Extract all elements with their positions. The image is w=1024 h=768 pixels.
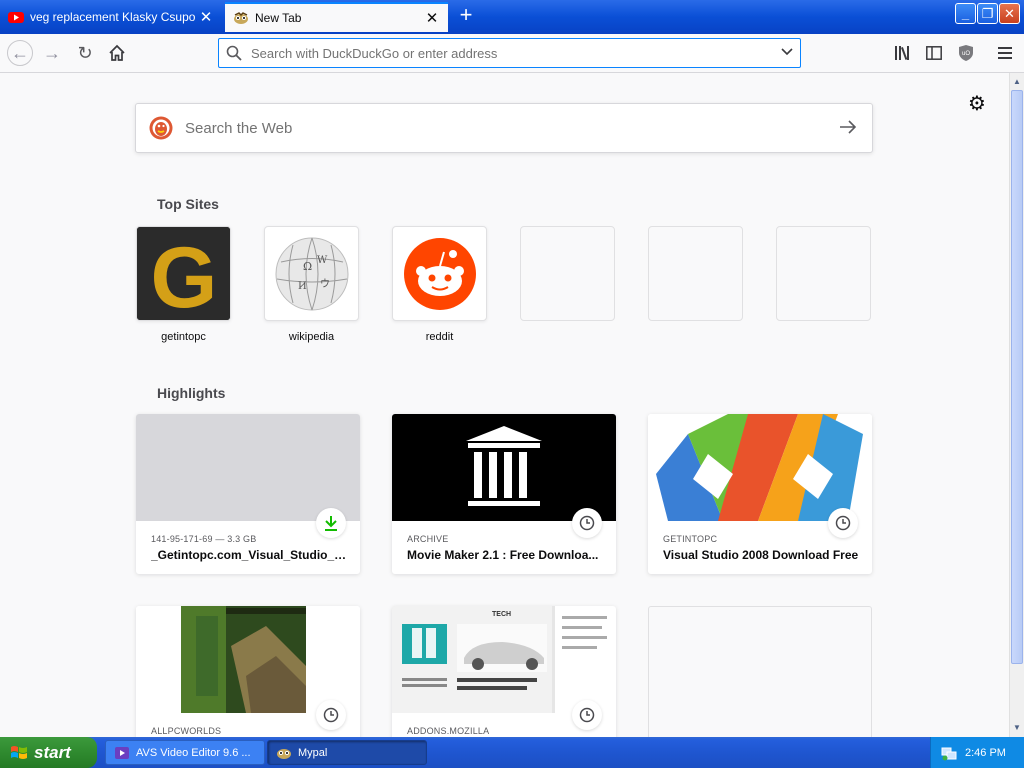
highlight-source: ALLPCWORLDS (151, 726, 222, 736)
back-arrow-icon[interactable]: ← (7, 40, 33, 66)
svg-text:И: И (298, 281, 307, 292)
archive-org-logo-icon (392, 414, 616, 521)
top-site-label: reddit (425, 331, 454, 343)
visual-studio-logo-thumbnail (648, 414, 872, 521)
svg-text:G: G (151, 230, 218, 321)
close-tab-icon[interactable]: ✕ (198, 8, 214, 26)
forward-arrow-icon[interactable]: → (40, 41, 64, 65)
web-search-input[interactable] (183, 118, 824, 138)
highlight-source: ARCHIVE (407, 534, 449, 544)
top-site-tile-empty[interactable] (520, 226, 615, 321)
web-search-box[interactable] (135, 103, 873, 153)
highlights-heading: Highlights (157, 385, 226, 401)
gear-icon[interactable]: ⚙ (966, 93, 988, 115)
highlight-source: ADDONS.MOZILLA (407, 726, 490, 736)
home-icon[interactable] (105, 41, 129, 65)
taskbar-item-label: Mypal (298, 746, 328, 759)
network-icon[interactable] (941, 745, 957, 761)
youtube-icon (8, 12, 24, 23)
start-label: start (34, 742, 71, 762)
clock-icon (316, 700, 346, 730)
highlight-card[interactable]: GETINTOPC Visual Studio 2008 Download Fr… (648, 414, 872, 574)
system-tray: 2:46 PM (930, 737, 1024, 768)
highlight-source: GETINTOPC (663, 534, 718, 544)
reload-icon[interactable]: ↻ (73, 41, 97, 65)
tab-label: veg replacement Klasky Csupo - Yo (30, 10, 198, 24)
highlight-card[interactable]: ALLPCWORLDS (136, 606, 360, 737)
highlight-card[interactable]: TECH ADDONS.MOZILLA (392, 606, 616, 737)
address-bar[interactable] (218, 38, 801, 68)
new-tab-plus-icon[interactable]: + (454, 4, 478, 28)
duckduckgo-logo-icon (149, 116, 173, 140)
title-bar: veg replacement Klasky Csupo - Yo ✕ New … (0, 0, 1024, 34)
top-site-tile-getintopc[interactable]: G (136, 226, 231, 321)
top-site-tile-reddit[interactable] (392, 226, 487, 321)
bryce-box-art-thumbnail (136, 606, 360, 713)
vertical-scrollbar[interactable]: ▲ ▼ (1009, 73, 1024, 737)
highlight-source: 141-95-171-69 — 3.3 GB (151, 534, 257, 544)
addons-page-thumbnail: TECH (392, 606, 616, 713)
windows-flag-icon (11, 745, 27, 759)
close-tab-icon[interactable]: ✕ (424, 9, 440, 27)
highlight-title: Movie Maker 2.1 : Free Downloa... (407, 548, 599, 562)
highlight-card[interactable]: ARCHIVE Movie Maker 2.1 : Free Downloa..… (392, 414, 616, 574)
highlight-card-empty (648, 606, 872, 737)
maximize-button[interactable]: ❐ (977, 3, 998, 24)
tab-label: New Tab (255, 11, 302, 25)
highlight-card[interactable]: 141-95-171-69 — 3.3 GB _Getintopc.com_Vi… (136, 414, 360, 574)
svg-text:ウ: ウ (320, 278, 330, 290)
windows-taskbar: start AVS Video Editor 9.6 ... Mypal 2:4… (0, 737, 1024, 768)
svg-text:W: W (317, 255, 328, 266)
top-site-tile-empty[interactable] (776, 226, 871, 321)
top-site-tile-empty[interactable] (648, 226, 743, 321)
highlight-title: _Getintopc.com_Visual_Studio_2... (151, 548, 347, 562)
top-site-label: wikipedia (288, 331, 335, 343)
svg-text:Ω: Ω (303, 260, 312, 273)
mypal-icon (277, 748, 291, 759)
library-icon[interactable] (891, 41, 915, 65)
clock[interactable]: 2:46 PM (965, 747, 1006, 759)
svg-text:uO: uO (962, 51, 970, 57)
clock-icon (828, 508, 858, 538)
scrollbar-thumb[interactable] (1011, 90, 1023, 664)
search-go-arrow-icon[interactable] (824, 117, 872, 140)
menu-hamburger-icon[interactable] (993, 41, 1017, 65)
wikipedia-globe-icon: Ω W И ウ (275, 237, 349, 311)
ublock-shield-icon[interactable]: uO (954, 41, 978, 65)
taskbar-item-label: AVS Video Editor 9.6 ... (136, 746, 251, 759)
top-site-label: getintopc (161, 331, 206, 343)
scroll-up-arrow-icon[interactable]: ▲ (1011, 74, 1023, 89)
clock-icon (572, 700, 602, 730)
new-tab-page: ⚙ Top Sites G getintopc Ω W И ウ wikipedi… (0, 73, 1009, 737)
close-window-button[interactable]: ✕ (999, 3, 1020, 24)
taskbar-item-avs-video-editor[interactable]: AVS Video Editor 9.6 ... (105, 740, 265, 765)
reddit-alien-icon (404, 238, 476, 310)
start-button[interactable]: start (0, 737, 97, 768)
sidebar-icon[interactable] (922, 41, 946, 65)
clock-icon (572, 508, 602, 538)
tab-new-tab[interactable]: New Tab ✕ (225, 2, 448, 32)
taskbar-item-mypal[interactable]: Mypal (267, 740, 427, 765)
tab-youtube[interactable]: veg replacement Klasky Csupo - Yo ✕ (0, 2, 222, 32)
chevron-down-icon[interactable] (774, 47, 800, 59)
highlight-thumbnail (136, 414, 360, 521)
svg-text:TECH: TECH (492, 611, 511, 618)
highlight-title: Visual Studio 2008 Download Free (663, 548, 859, 562)
scroll-down-arrow-icon[interactable]: ▼ (1011, 720, 1023, 735)
navigation-toolbar: ← → ↻ uO (0, 34, 1024, 73)
search-icon (219, 41, 249, 66)
url-input[interactable] (249, 44, 774, 62)
top-site-tile-wikipedia[interactable]: Ω W И ウ (264, 226, 359, 321)
mypal-icon (234, 12, 248, 24)
top-sites-heading: Top Sites (157, 196, 219, 212)
download-icon (316, 508, 346, 538)
minimize-button[interactable]: _ (955, 3, 976, 24)
avs-video-editor-icon (115, 746, 129, 759)
getintopc-logo-icon: G (137, 227, 230, 321)
